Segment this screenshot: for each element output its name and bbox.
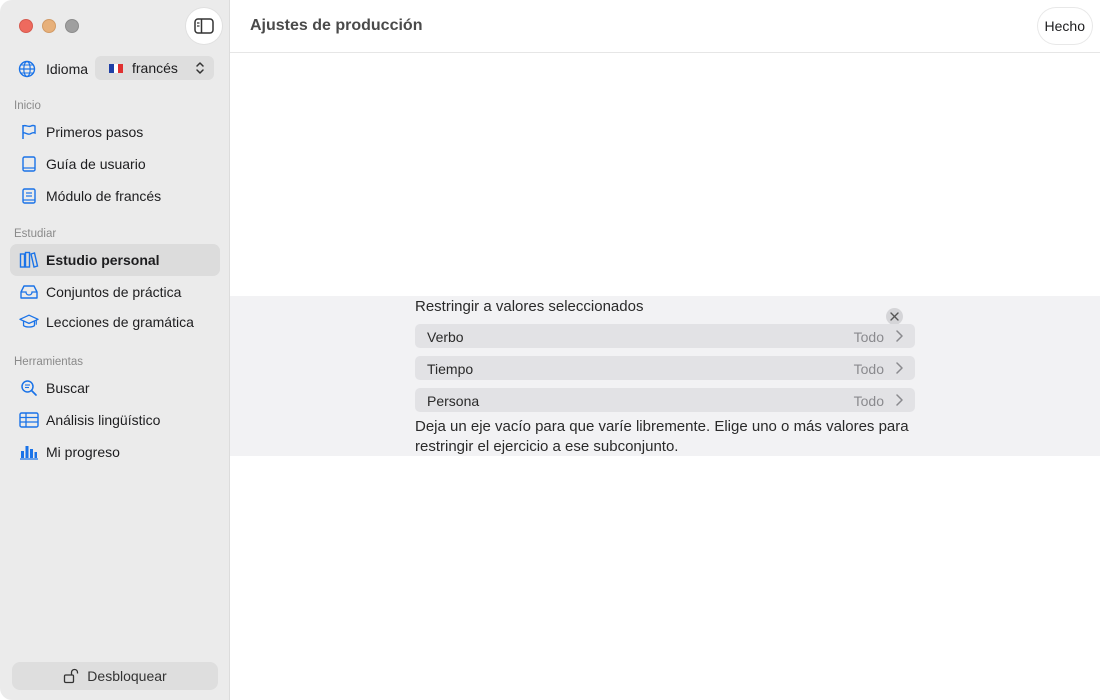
sidebar-item-buscar[interactable]: Buscar [10,372,220,404]
france-flag-icon [109,64,124,73]
done-button[interactable]: Hecho [1037,8,1092,44]
sidebar-item-modulo-de-frances[interactable]: Módulo de francés [10,180,220,212]
sidebar-item-label: Conjuntos de práctica [46,284,182,300]
row-value: Todo [853,361,884,377]
tray-icon [19,282,39,302]
sidebar: Idioma francés Inicio Primeros pasos Guí… [0,0,230,700]
page-title: Ajustes de producción [250,17,423,34]
chevron-right-icon [896,362,903,374]
sidebar-item-label: Primeros pasos [46,124,144,140]
sidebar-item-mi-progreso[interactable]: Mi progreso [10,436,220,468]
section-title-inicio: Inicio [14,100,41,112]
table-icon [19,410,39,430]
globe-icon [18,60,36,78]
sidebar-item-label: Guía de usuario [46,156,146,172]
language-value: francés [132,60,178,76]
row-label: Tiempo [427,361,474,377]
sidebar-item-conjuntos-de-practica[interactable]: Conjuntos de práctica [10,276,220,308]
flag-icon [19,122,39,142]
sidebar-item-guia-de-usuario[interactable]: Guía de usuario [10,148,220,180]
row-label: Verbo [427,329,464,345]
unlock-button[interactable]: Desbloquear [12,662,218,690]
unlock-icon [64,668,79,684]
sidebar-icon [194,18,214,34]
sidebar-item-lecciones-de-gramatica[interactable]: Lecciones de gramática [10,306,220,338]
filter-row-persona[interactable]: Persona Todo [415,388,915,412]
top-bar: Ajustes de producción Hecho [230,0,1100,53]
app-window: Idioma francés Inicio Primeros pasos Guí… [0,0,1100,700]
section-title-herramientas: Herramientas [14,356,84,368]
panel-title: Restringir a valores seleccionados [415,298,644,315]
minimize-window-button[interactable] [42,19,56,33]
sidebar-toggle-button[interactable] [186,8,222,44]
language-label: Idioma [46,61,89,77]
zoom-window-button[interactable] [65,19,79,33]
sidebar-item-estudio-personal[interactable]: Estudio personal [10,244,220,276]
row-label: Persona [427,393,480,409]
chevron-right-icon [896,330,903,342]
close-icon [890,312,899,321]
bar-chart-icon [19,442,39,462]
unlock-label: Desbloquear [87,668,167,684]
language-select[interactable]: francés [95,56,214,80]
chevron-right-icon [896,394,903,406]
sidebar-item-label: Buscar [46,380,90,396]
sidebar-item-primeros-pasos[interactable]: Primeros pasos [10,116,220,148]
restriction-panel: Restringir a valores seleccionados Verbo… [230,296,1100,456]
close-window-button[interactable] [19,19,33,33]
books-icon [19,250,39,270]
sidebar-item-label: Análisis lingüístico [46,412,161,428]
help-text: Deja un eje vacío para que varíe libreme… [415,418,909,455]
filter-row-verbo[interactable]: Verbo Todo [415,324,915,348]
book-icon [19,154,39,174]
sidebar-item-label: Lecciones de gramática [46,314,194,330]
row-value: Todo [853,393,884,409]
section-title-estudiar: Estudiar [14,228,57,240]
language-row: Idioma francés [18,56,218,82]
clear-button[interactable] [886,308,903,325]
sidebar-item-analisis-linguistico[interactable]: Análisis lingüístico [10,404,220,436]
search-icon [19,378,39,398]
sidebar-item-label: Estudio personal [46,252,160,268]
sidebar-item-label: Mi progreso [46,444,120,460]
filter-row-tiempo[interactable]: Tiempo Todo [415,356,915,380]
graduation-cap-icon [19,312,39,332]
updown-chevron-icon [196,62,204,74]
row-value: Todo [853,329,884,345]
sidebar-item-label: Módulo de francés [46,188,162,204]
module-book-icon [19,186,39,206]
